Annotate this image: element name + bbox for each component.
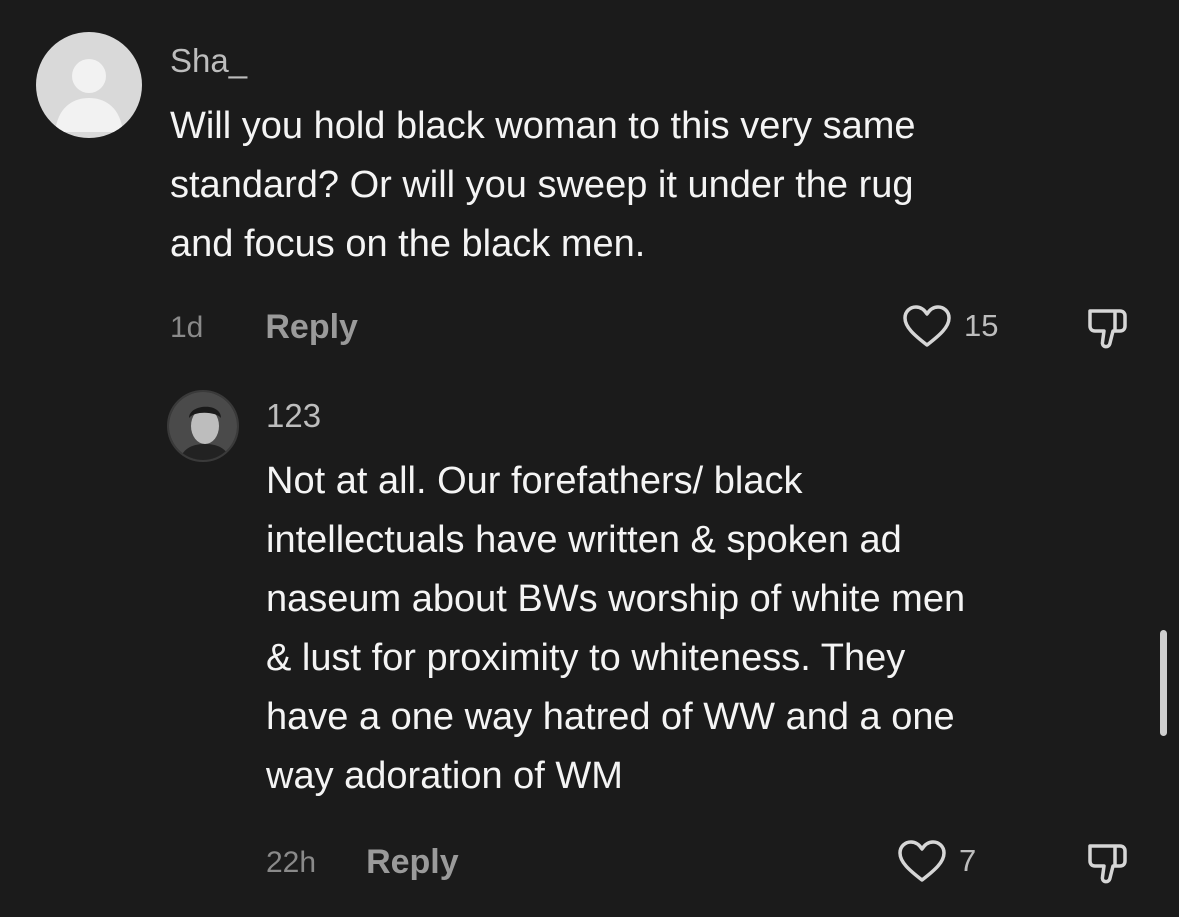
comment-timestamp: 22h xyxy=(266,845,317,879)
comment-text-line: naseum about BWs worship of white men xyxy=(266,578,966,620)
comment-text-line: have a one way hatred of WW and a one xyxy=(266,696,955,738)
comment: Sha_ Will you hold black woman to this v… xyxy=(0,0,1179,380)
comment-text-line: standard? Or will you sweep it under the… xyxy=(170,164,914,206)
comment-text-line: way adoration of WM xyxy=(266,755,623,797)
comment-text-line: intellectuals have written & spoken ad xyxy=(266,519,902,561)
comment-text: Not at all. Our forefathers/ black intel… xyxy=(266,452,1151,806)
reply-comment: 123 Not at all. Our forefathers/ black i… xyxy=(0,380,1179,917)
comment-text-line: Will you hold black woman to this very s… xyxy=(170,105,916,147)
comment-timestamp: 1d xyxy=(170,310,204,344)
like-count: 15 xyxy=(964,308,999,343)
reply-button[interactable]: Reply xyxy=(366,843,459,882)
comment-text-line: and focus on the black men. xyxy=(170,223,646,265)
comment-text-line: Not at all. Our forefathers/ black xyxy=(266,460,803,502)
comment-meta: 1d Reply xyxy=(170,308,358,347)
like-button[interactable]: 15 xyxy=(902,304,998,348)
comments-page: Sha_ Will you hold black woman to this v… xyxy=(0,0,1179,917)
comment-username[interactable]: Sha_ xyxy=(170,44,247,77)
like-button[interactable]: 7 xyxy=(897,839,976,883)
heart-icon xyxy=(903,305,951,347)
reply-button[interactable]: Reply xyxy=(265,308,358,347)
like-count: 7 xyxy=(959,843,977,878)
heart-icon xyxy=(898,840,946,882)
dislike-icon[interactable] xyxy=(1084,304,1132,352)
comment-text: Will you hold black woman to this very s… xyxy=(170,97,1130,274)
user-photo-avatar[interactable] xyxy=(167,390,239,462)
comment-username[interactable]: 123 xyxy=(266,399,321,432)
scrollbar[interactable] xyxy=(1160,630,1167,736)
comment-text-line: & lust for proximity to whiteness. They xyxy=(266,637,906,679)
dislike-icon[interactable] xyxy=(1084,839,1132,887)
default-avatar[interactable] xyxy=(36,32,142,138)
portrait-icon xyxy=(169,392,237,460)
user-silhouette-icon xyxy=(55,59,123,132)
comment-meta: 22h Reply xyxy=(266,843,459,882)
